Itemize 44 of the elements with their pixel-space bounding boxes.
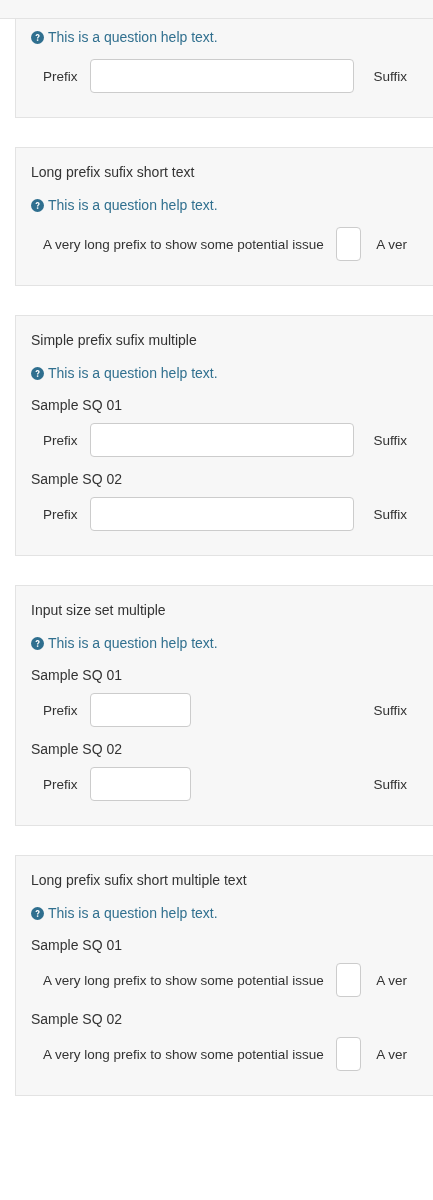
text-input[interactable]	[335, 227, 361, 261]
prefix-label: Prefix	[43, 776, 78, 792]
suffix-label: A ver	[376, 236, 407, 252]
question-title: Simple prefix sufix multiple	[31, 331, 198, 350]
subquestion-label: Sample SQ 02	[31, 1010, 124, 1029]
subquestion-label: Sample SQ 01	[31, 396, 124, 415]
help-icon	[31, 366, 44, 380]
prefix-label: A very long prefix to show some potential issue	[43, 972, 324, 988]
text-input[interactable]	[335, 1037, 361, 1071]
help-text: This is a question help text.	[48, 634, 218, 653]
suffix-label: Suffix	[373, 506, 407, 522]
prefix-label: Prefix	[43, 702, 78, 718]
text-input[interactable]	[89, 59, 354, 93]
suffix-label: Suffix	[373, 776, 407, 792]
prefix-label: Prefix	[43, 68, 78, 84]
subquestion-label: Sample SQ 02	[31, 740, 124, 759]
text-input[interactable]	[89, 767, 191, 801]
question-title: Input size set multiple	[31, 601, 167, 620]
suffix-label: Suffix	[373, 68, 407, 84]
help-icon	[31, 30, 44, 44]
help-text: This is a question help text.	[48, 364, 218, 383]
text-input[interactable]	[89, 693, 191, 727]
text-input[interactable]	[335, 963, 361, 997]
suffix-label: A ver	[376, 972, 407, 988]
text-input[interactable]	[89, 423, 354, 457]
help-icon	[31, 198, 44, 212]
suffix-label: A ver	[376, 1046, 407, 1062]
prefix-label: A very long prefix to show some potential issue	[43, 1046, 324, 1062]
prefix-label: Prefix	[43, 432, 78, 448]
help-text: This is a question help text.	[48, 904, 218, 923]
subquestion-label: Sample SQ 01	[31, 666, 124, 685]
suffix-label: Suffix	[373, 432, 407, 448]
suffix-label: Suffix	[373, 702, 407, 718]
help-text: This is a question help text.	[48, 28, 218, 47]
subquestion-label: Sample SQ 01	[31, 936, 124, 955]
question-title: Long prefix sufix short text	[31, 163, 196, 182]
subquestion-label: Sample SQ 02	[31, 470, 124, 489]
help-icon	[31, 906, 44, 920]
help-icon	[31, 636, 44, 650]
prefix-label: Prefix	[43, 506, 78, 522]
text-input[interactable]	[89, 497, 354, 531]
prefix-label: A very long prefix to show some potential issue	[43, 236, 324, 252]
question-title: Long prefix sufix short multiple text	[31, 871, 248, 890]
help-text: This is a question help text.	[48, 196, 218, 215]
